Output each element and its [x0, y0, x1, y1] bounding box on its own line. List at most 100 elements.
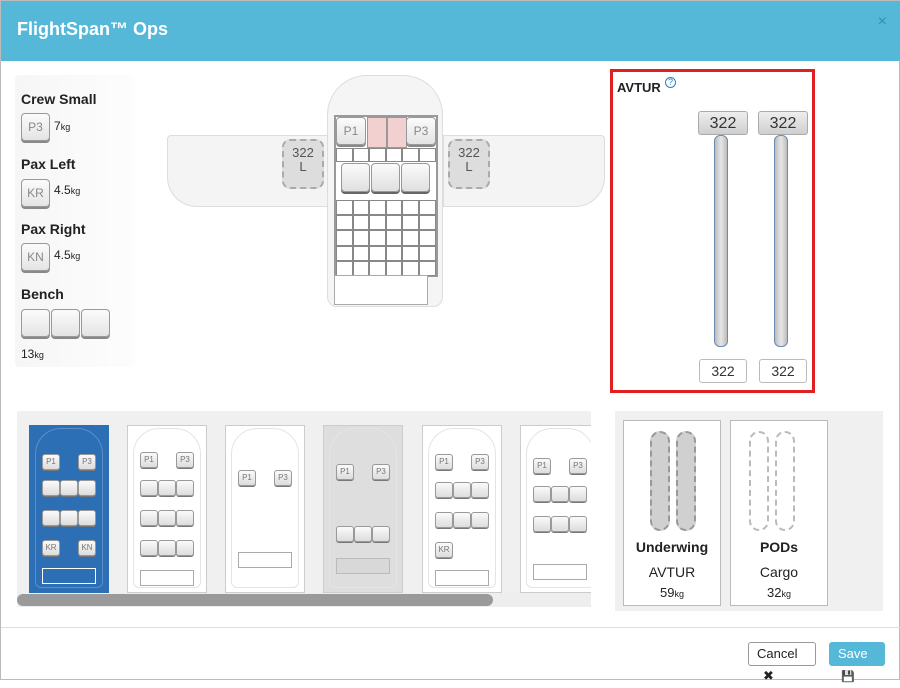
cabin-grid-cell[interactable] [352, 215, 370, 231]
bench-seat-1[interactable] [21, 309, 50, 337]
cabin-slot-front-right[interactable] [387, 117, 407, 148]
cabin-grid-cell[interactable] [369, 215, 386, 231]
cabin-grid-cell[interactable] [336, 200, 353, 216]
cabin-grid-cell[interactable] [336, 148, 353, 162]
mini-seat [140, 480, 158, 496]
mini-seat-p3: P3 [176, 452, 194, 468]
cabin-seat-p3[interactable]: P3 [406, 117, 436, 145]
cabin-bench-seat-1[interactable] [341, 163, 370, 192]
cabin-grid-cell[interactable] [336, 245, 353, 261]
pax-left-weight: 4.5kg [54, 183, 81, 197]
cabin-grid-cell[interactable] [385, 260, 403, 276]
cabin-grid-cell[interactable] [402, 230, 419, 246]
config-card-4[interactable]: P1 P3 [323, 425, 403, 593]
cabin-grid-cell[interactable] [369, 200, 386, 216]
cabin-grid-cell[interactable] [336, 260, 353, 276]
bench-seat-3[interactable] [81, 309, 110, 337]
crew-small-label: Crew Small [21, 91, 97, 107]
cabin-grid-cell[interactable] [419, 230, 436, 246]
mini-seat [140, 540, 158, 556]
config-card-3[interactable]: P1 P3 [225, 425, 305, 593]
scrollbar-thumb[interactable] [17, 594, 493, 606]
left-fuel-slider-handle[interactable]: 322 [698, 111, 748, 135]
cabin-cargo-box[interactable] [334, 275, 428, 305]
help-icon[interactable]: ? [665, 77, 676, 88]
cabin-grid-cell[interactable] [352, 245, 370, 261]
mini-seat [78, 480, 96, 496]
mini-seat [78, 510, 96, 526]
cabin-grid-cell[interactable] [352, 230, 370, 246]
cabin-grid-cell[interactable] [402, 245, 419, 261]
cancel-button[interactable]: Cancel ✖ [748, 642, 816, 683]
cabin-grid-cell[interactable] [402, 260, 419, 276]
cabin-grid-cell[interactable] [402, 215, 419, 231]
bench-label: Bench [21, 286, 64, 302]
cabin-grid-cell[interactable] [402, 148, 419, 162]
underwing-name: Underwing [635, 539, 709, 555]
mini-seat [140, 510, 158, 526]
cabin-grid-cell[interactable] [369, 148, 386, 162]
right-wing-tank[interactable]: 322 L [448, 139, 490, 189]
pods-card[interactable]: PODs Cargo 32kg [730, 420, 828, 606]
cabin-grid-cell[interactable] [369, 260, 386, 276]
cabin-grid-cell[interactable] [352, 200, 370, 216]
underwing-card[interactable]: Underwing AVTUR 59kg [623, 420, 721, 606]
config-card-1[interactable]: P1 P3 KR KN [29, 425, 109, 593]
cabin-grid-cell[interactable] [352, 260, 370, 276]
cabin-grid-cell[interactable] [385, 215, 403, 231]
mini-seat [354, 526, 372, 542]
cabin-grid-cell[interactable] [336, 215, 353, 231]
config-card-5[interactable]: P1 P3 KR [422, 425, 502, 593]
right-tank-side: L [465, 159, 473, 174]
right-tank-value: 322 [458, 145, 480, 160]
cabin-grid-cell[interactable] [352, 148, 370, 162]
config-card-2[interactable]: P1 P3 [127, 425, 207, 593]
cabin-seat-p1[interactable]: P1 [336, 117, 366, 145]
cabin-grid-cell[interactable] [419, 200, 436, 216]
fuel-panel: AVTUR ? 322 322 322 322 [610, 69, 815, 393]
cabin-bench-seat-2[interactable] [371, 163, 400, 192]
bench-seat-2[interactable] [51, 309, 80, 337]
right-fuel-slider-track[interactable] [774, 135, 788, 347]
cabin-grid-cell[interactable] [402, 200, 419, 216]
cabin-bench-seat-3[interactable] [401, 163, 430, 192]
horizontal-scrollbar[interactable] [17, 593, 591, 607]
cabin-grid-cell[interactable] [369, 230, 386, 246]
cabin-grid-cell[interactable] [419, 260, 436, 276]
underwing-weight: 59kg [660, 585, 684, 600]
mini-plane [35, 428, 103, 588]
cabin-grid-cell[interactable] [419, 215, 436, 231]
cabin-grid-cell[interactable] [385, 245, 403, 261]
mini-seat [42, 510, 60, 526]
mini-seat [435, 512, 453, 528]
cabin-grid-cell[interactable] [385, 200, 403, 216]
left-fuel-input[interactable]: 322 [699, 359, 747, 383]
mini-cargo [140, 570, 194, 586]
mini-seat-p3: P3 [569, 458, 587, 474]
pax-left-seat[interactable]: KR [21, 179, 50, 207]
close-icon[interactable]: × [878, 13, 887, 31]
cabin-grid-cell[interactable] [419, 245, 436, 261]
config-card-6[interactable]: P1 P3 [520, 425, 591, 593]
crew-small-seat[interactable]: P3 [21, 113, 50, 141]
cabin-grid-cell[interactable] [369, 245, 386, 261]
save-button[interactable]: Save 💾 [829, 642, 885, 683]
cabin-grid-cell[interactable] [385, 148, 403, 162]
mini-seat [176, 510, 194, 526]
mini-seat-p1: P1 [533, 458, 551, 474]
right-fuel-input[interactable]: 322 [759, 359, 807, 383]
save-icon: 💾 [841, 671, 855, 683]
crew-small-weight: 7kg [54, 119, 71, 133]
cabin-grid-cell[interactable] [419, 148, 436, 162]
close-icon: ✖ [763, 668, 774, 683]
pax-right-seat[interactable]: KN [21, 243, 50, 271]
cabin-slot-front-left[interactable] [367, 117, 387, 148]
cabin-grid-cell[interactable] [336, 230, 353, 246]
mini-seat [453, 482, 471, 498]
left-fuel-slider-track[interactable] [714, 135, 728, 347]
mini-seat-p1: P1 [336, 464, 354, 480]
mini-seat [569, 516, 587, 532]
left-wing-tank[interactable]: 322 L [282, 139, 324, 189]
cabin-grid-cell[interactable] [385, 230, 403, 246]
right-fuel-slider-handle[interactable]: 322 [758, 111, 808, 135]
